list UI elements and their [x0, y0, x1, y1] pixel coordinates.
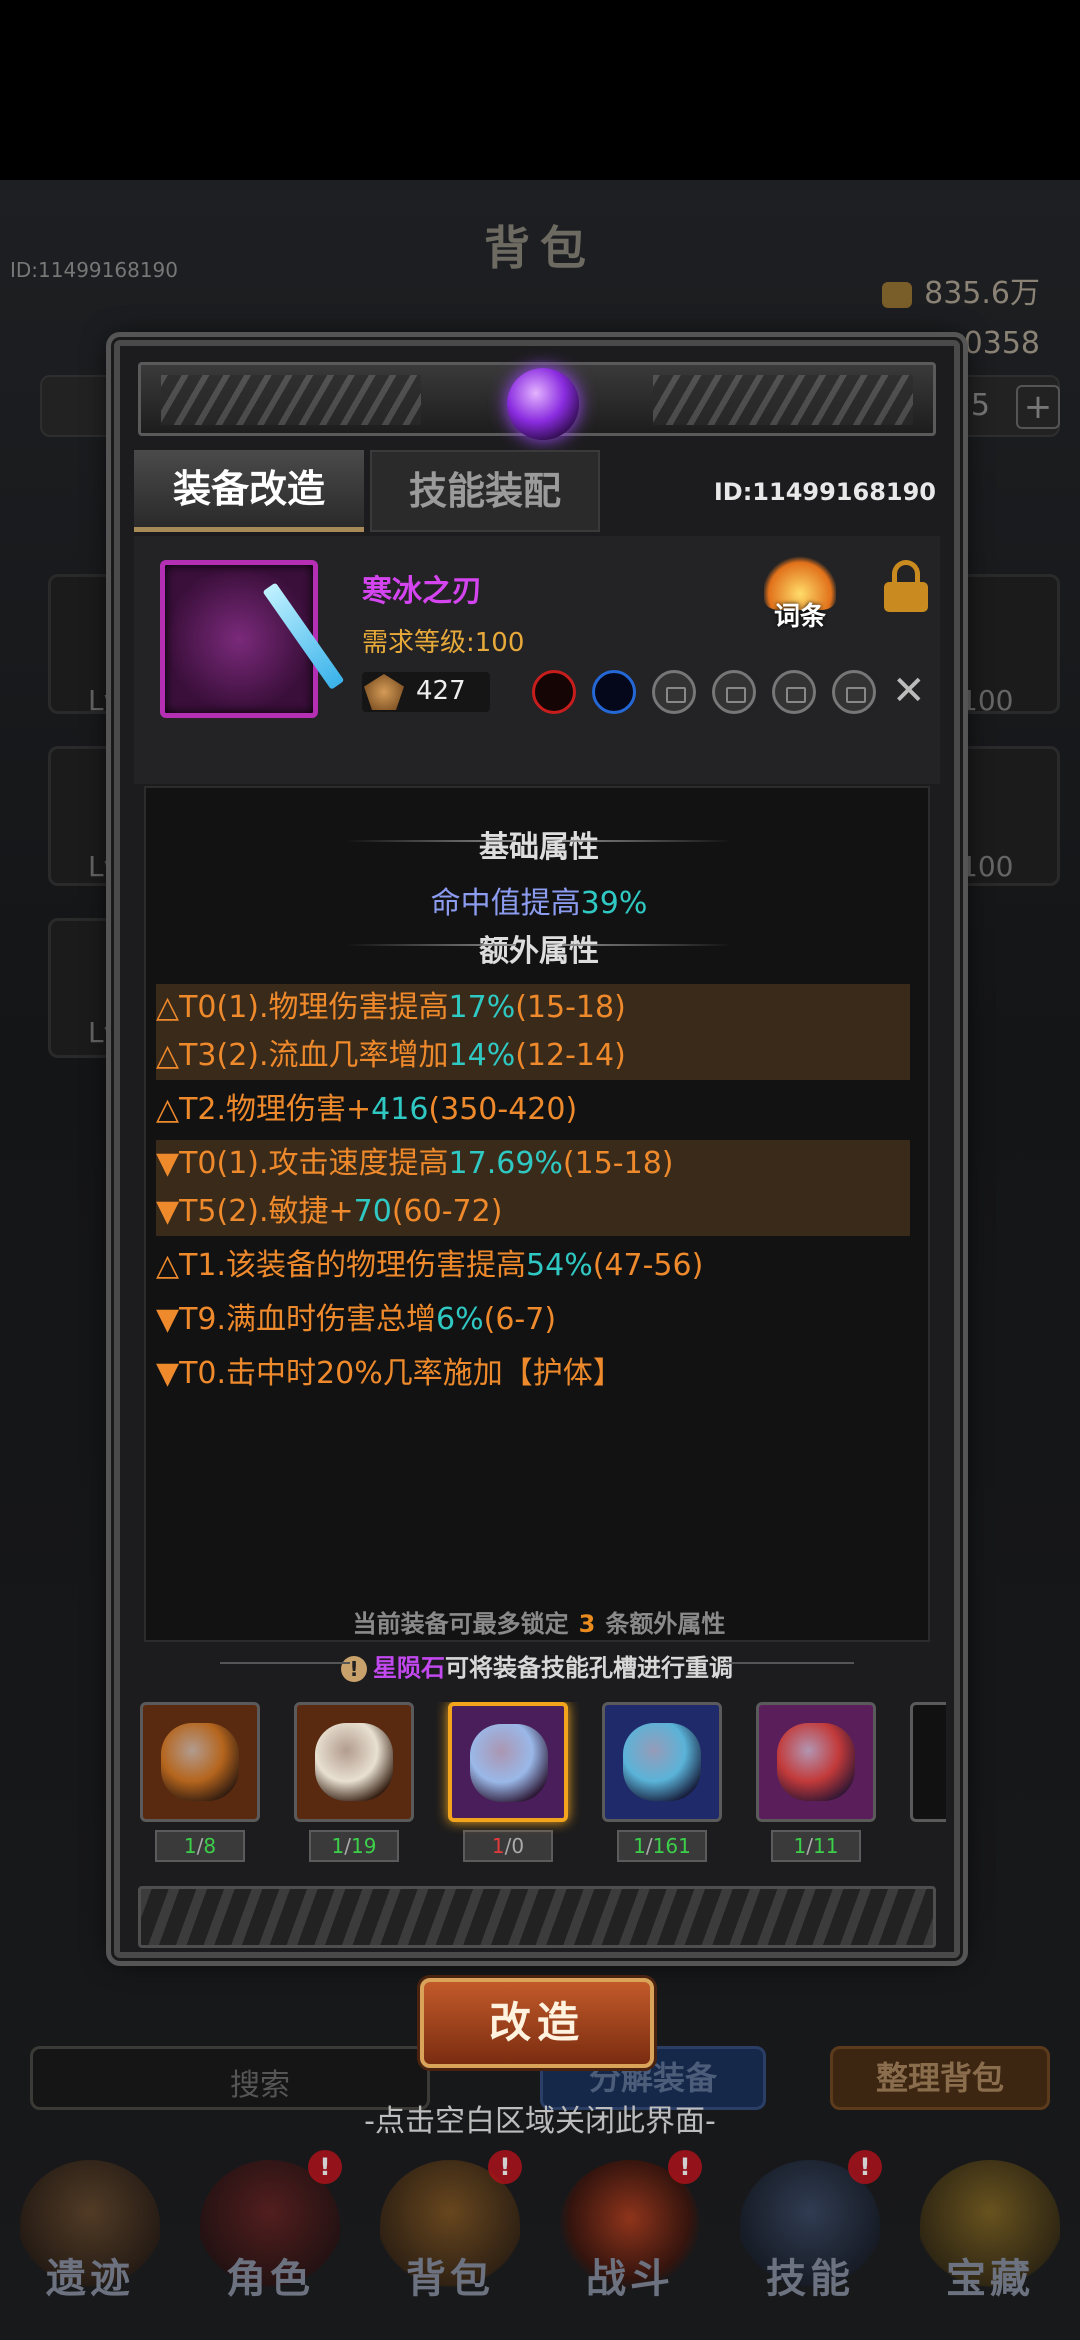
affix-list: △T0(1).物理伤害提高17%(15-18) △T3(2).流血几率增加14%…	[156, 984, 910, 1398]
stone-count: 1/11	[771, 1830, 861, 1862]
crossed-swords-icon[interactable]: ✕	[892, 668, 926, 714]
red-socket[interactable]	[532, 670, 576, 714]
stone-count: 1/161	[617, 1830, 707, 1862]
nav-ruins[interactable]: 遗迹	[0, 2150, 180, 2340]
stone-icon-box	[602, 1702, 722, 1822]
tab-equipment-reforge[interactable]: 装备改造	[134, 450, 364, 532]
stone-hint: ! 星陨石可将装备技能孔槽进行重调	[120, 1648, 954, 1683]
player-id: ID:11499168190	[10, 258, 179, 282]
reforge-stone-slot[interactable]: 1/161	[602, 1702, 722, 1862]
slot-level: 100	[960, 850, 1014, 883]
gold-currency: 835.6万	[882, 268, 1040, 312]
alert-badge: !	[488, 2150, 522, 2184]
alert-badge: !	[848, 2150, 882, 2184]
affix-row[interactable]: ▼T9.满血时伤害总增6%(6-7)	[156, 1296, 910, 1344]
gold-icon	[882, 281, 913, 308]
stone-gem-icon	[161, 1723, 239, 1801]
reforge-stone-slot[interactable]: 1/8	[140, 1702, 260, 1862]
nav-battle[interactable]: ! 战斗	[540, 2150, 720, 2340]
stone-gem-icon	[315, 1723, 393, 1801]
reforge-stones: 1/8 1/19 1/0 1/161 1/11	[140, 1702, 946, 1878]
entries-button[interactable]: 词条	[758, 556, 842, 636]
expand-bag-button[interactable]: +	[1016, 385, 1060, 429]
affix-row[interactable]: ▼T5(2).敏捷+70(60-72)	[156, 1188, 910, 1236]
nav-character[interactable]: ! 角色	[180, 2150, 360, 2340]
modal-tabs: 装备改造 技能装配 ID:11499168190	[134, 450, 940, 532]
alert-badge: !	[668, 2150, 702, 2184]
affix-row[interactable]: △T2.物理伤害+416(350-420)	[156, 1086, 910, 1134]
slot-level: 100	[960, 684, 1014, 717]
locked-socket-icon[interactable]	[652, 670, 696, 714]
lock-limit-note: 当前装备可最多锁定 3 条额外属性	[352, 1610, 726, 1638]
stone-icon-box	[448, 1702, 568, 1822]
basic-attribute: 命中值提高39%	[430, 886, 648, 921]
reforge-stone-slot[interactable]: 1/19	[294, 1702, 414, 1862]
nav-bag[interactable]: ! 背包	[360, 2150, 540, 2340]
tab-skill-assembly[interactable]: 技能装配	[370, 450, 600, 532]
reforge-stone-slot[interactable]: 1/11	[756, 1702, 876, 1862]
affix-row[interactable]: △T0(1).物理伤害提高17%(15-18)	[156, 984, 910, 1032]
affix-row[interactable]: △T1.该装备的物理伤害提高54%(47-56)	[156, 1242, 910, 1290]
stone-gem-icon	[623, 1723, 701, 1801]
ice-blade-icon	[262, 582, 345, 690]
stone-count: 1/19	[309, 1830, 399, 1862]
nav-treasure[interactable]: 宝藏	[900, 2150, 1080, 2340]
affix-row[interactable]: ▼T0.击中时20%几率施加【护体】	[156, 1350, 910, 1398]
stone-icon-box	[140, 1702, 260, 1822]
bottom-nav: 遗迹 ! 角色 ! 背包 ! 战斗 ! 技能 宝藏	[0, 2150, 1080, 2340]
combat-power-value: 427	[416, 676, 466, 706]
affix-row[interactable]: ▼T0(1).攻击速度提高17.69%(15-18)	[156, 1140, 910, 1188]
extra-attributes-title: 额外属性	[146, 926, 932, 970]
combat-power: 427	[362, 672, 490, 712]
blue-socket[interactable]	[592, 670, 636, 714]
info-icon: !	[341, 1656, 367, 1682]
stone-count: 1/8	[155, 1830, 245, 1862]
stone-gem-icon	[470, 1724, 548, 1802]
basic-attributes-title: 基础属性	[146, 822, 932, 866]
bottom-ornament	[138, 1886, 936, 1948]
stone-icon-box	[756, 1702, 876, 1822]
stats-panel: 基础属性 命中值提高39% 额外属性 △T0(1).物理伤害提高17%(15-1…	[144, 786, 930, 1642]
equipment-reforge-modal: 装备改造 技能装配 ID:11499168190 寒冰之刃 需求等级:100 4…	[114, 340, 960, 1958]
bag-count: 5	[970, 388, 990, 423]
close-hint[interactable]: -点击空白区域关闭此界面-	[0, 2096, 1080, 2140]
entries-label: 词条	[773, 602, 826, 632]
nav-skills[interactable]: ! 技能	[720, 2150, 900, 2340]
locked-socket-icon[interactable]	[772, 670, 816, 714]
alert-badge: !	[308, 2150, 342, 2184]
power-shield-icon	[364, 674, 404, 710]
locked-socket-icon[interactable]	[712, 670, 756, 714]
item-name: 寒冰之刃	[362, 574, 482, 609]
reforge-button[interactable]: 改造	[420, 1978, 654, 2068]
item-id: ID:11499168190	[713, 478, 936, 506]
stone-count: 1/0	[463, 1830, 553, 1862]
locked-socket-icon[interactable]	[832, 670, 876, 714]
reforge-stone-slot[interactable]	[910, 1702, 946, 1822]
reforge-stone-slot[interactable]: 1/0	[448, 1702, 568, 1862]
purple-orb-icon	[507, 368, 579, 440]
item-level-requirement: 需求等级:100	[362, 628, 525, 658]
affix-row[interactable]: △T3(2).流血几率增加14%(12-14)	[156, 1032, 910, 1080]
item-card: 寒冰之刃 需求等级:100 427 ✕ 词条	[134, 536, 940, 784]
stone-icon-box	[910, 1702, 946, 1822]
stone-icon-box	[294, 1702, 414, 1822]
item-icon-frame[interactable]	[160, 560, 345, 718]
stone-gem-icon	[777, 1723, 855, 1801]
lock-icon[interactable]	[884, 560, 928, 612]
